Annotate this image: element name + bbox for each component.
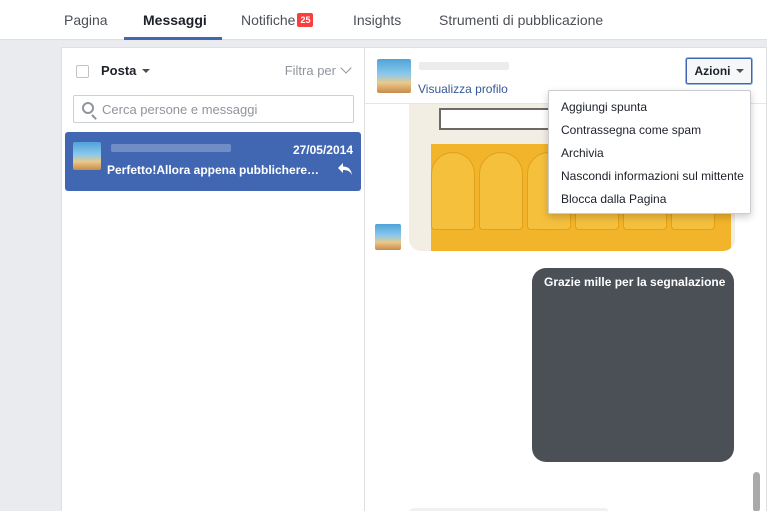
actions-menu: Aggiungi spunta Contrassegna come spam A… [548, 90, 751, 214]
reply-icon [338, 163, 352, 175]
avatar [73, 142, 101, 170]
page-tab-bar: Pagina Messaggi Notifiche 25 Insights Str… [0, 0, 767, 40]
search-icon [82, 102, 94, 114]
conversation-date: 27/05/2014 [292, 143, 353, 157]
menu-item-hide-sender-info[interactable]: Nascondi informazioni sul mittente [549, 165, 750, 188]
filter-dropdown[interactable]: Filtra per [284, 62, 352, 78]
conversation-snippet: Perfetto!Allora appena pubblicheremo l'.… [107, 163, 329, 177]
outgoing-message-text: Grazie mille per la segnalazione [544, 275, 726, 289]
chevron-down-icon [340, 62, 352, 74]
infographic-card [431, 152, 475, 230]
infographic-card [479, 152, 523, 230]
menu-item-add-check[interactable]: Aggiungi spunta [549, 96, 750, 119]
actions-button[interactable]: Azioni [686, 58, 752, 84]
menu-item-block-from-page[interactable]: Blocca dalla Pagina [549, 188, 750, 211]
folder-label: Posta [101, 63, 137, 78]
select-all-checkbox[interactable] [76, 65, 89, 78]
contact-name [419, 62, 509, 70]
tab-notifiche[interactable]: Notifiche 25 [241, 0, 314, 40]
thread-scrollbar[interactable] [753, 472, 760, 511]
actions-button-label: Azioni [694, 64, 731, 78]
inbox-pane: Posta Filtra per 27/05/2014 Perfetto!All… [61, 47, 365, 511]
notification-count-badge: 25 [297, 13, 314, 27]
tab-insights[interactable]: Insights [353, 0, 401, 40]
conversation-sender-name [111, 144, 231, 152]
tab-notifiche-label: Notifiche [241, 12, 296, 28]
search-box [73, 95, 354, 123]
conversation-list-item[interactable]: 27/05/2014 Perfetto!Allora appena pubbli… [65, 132, 361, 191]
caret-down-icon [735, 69, 744, 73]
tab-strumenti-pubblicazione[interactable]: Strumenti di pubblicazione [439, 0, 603, 40]
active-tab-indicator [124, 37, 222, 40]
view-profile-link[interactable]: Visualizza profilo [418, 82, 508, 96]
outgoing-message-bubble: Grazie mille per la segnalazione [532, 268, 734, 462]
avatar[interactable] [377, 59, 411, 93]
tab-pagina[interactable]: Pagina [64, 0, 108, 40]
menu-item-archive[interactable]: Archivia [549, 142, 750, 165]
tab-messaggi[interactable]: Messaggi [143, 0, 207, 40]
avatar [375, 224, 401, 250]
filter-label: Filtra per [284, 63, 336, 78]
menu-item-mark-spam[interactable]: Contrassegna come spam [549, 119, 750, 142]
folder-selector[interactable]: Posta [101, 63, 151, 78]
search-input[interactable] [102, 96, 350, 122]
caret-down-icon [142, 69, 151, 73]
